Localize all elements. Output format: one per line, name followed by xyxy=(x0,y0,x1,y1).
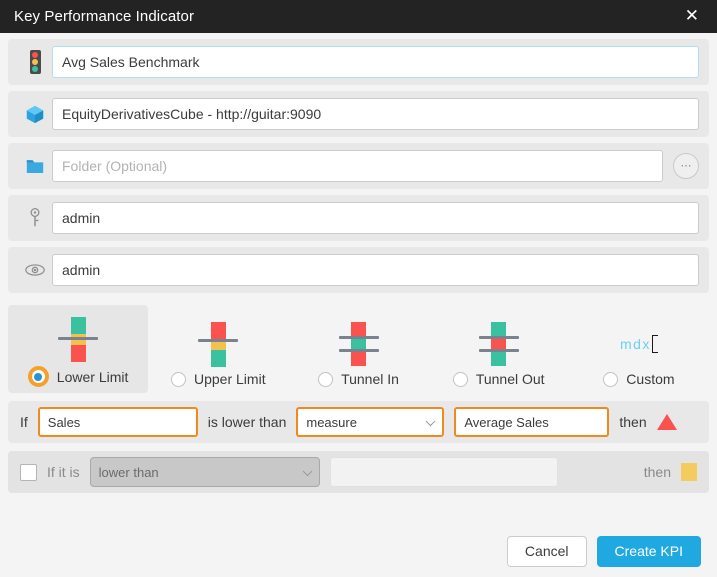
dialog-footer: Cancel Create KPI xyxy=(0,525,717,577)
kpi-type-label: Tunnel In xyxy=(341,371,399,387)
chevron-down-icon xyxy=(302,466,313,477)
kpi-type-upper-limit[interactable]: Upper Limit xyxy=(148,305,288,393)
if-it-is-label: If it is xyxy=(47,464,80,480)
username-field-row xyxy=(8,195,709,241)
operator-label: is lower than xyxy=(207,414,287,430)
kpi-dialog: Key Performance Indicator ✕ Avg Sales Be… xyxy=(0,0,717,577)
tunnel-out-icon xyxy=(429,317,569,371)
kpi-type-label: Tunnel Out xyxy=(475,371,545,387)
folder-field-row: ⋯ xyxy=(8,143,709,189)
secondary-condition-row: If it is lower than then xyxy=(8,451,709,493)
ellipsis-icon[interactable]: ⋯ xyxy=(673,153,699,179)
cube-icon xyxy=(18,103,52,125)
mdx-icon: mdx xyxy=(569,317,709,371)
compare-type-value: measure xyxy=(306,414,357,430)
kpi-type-selector: Lower Limit Upper Limit Tunnel In Tunnel… xyxy=(8,305,709,393)
radio-lower-limit[interactable] xyxy=(27,366,49,387)
mdx-text: mdx xyxy=(619,336,651,352)
lower-limit-icon xyxy=(8,312,148,366)
cube-connection-input[interactable] xyxy=(52,98,699,130)
red-triangle-icon[interactable] xyxy=(656,414,677,430)
kpi-type-label: Lower Limit xyxy=(56,368,129,385)
upper-limit-icon xyxy=(148,317,288,371)
secondary-operator-value: lower than xyxy=(98,464,159,480)
kpi-type-tunnel-out[interactable]: Tunnel Out xyxy=(429,305,569,393)
traffic-light-icon xyxy=(18,50,52,74)
secondary-operator-select: lower than xyxy=(89,457,320,487)
condition-kpi-input[interactable] xyxy=(37,407,198,437)
secondary-condition-checkbox[interactable] xyxy=(20,463,37,481)
dialog-body: ⋯ xyxy=(0,33,717,525)
kpi-type-custom[interactable]: mdx Custom xyxy=(569,305,709,393)
kpi-type-lower-limit[interactable]: Lower Limit xyxy=(8,305,149,393)
cube-field-row xyxy=(8,91,709,137)
compare-type-select[interactable]: measure xyxy=(296,407,445,437)
if-label: If xyxy=(20,414,28,430)
close-icon[interactable]: ✕ xyxy=(679,4,705,29)
yellow-square-icon[interactable] xyxy=(681,463,697,481)
text-cursor-icon xyxy=(651,335,658,353)
kpi-type-tunnel-in[interactable]: Tunnel In xyxy=(288,305,428,393)
password-field-row xyxy=(8,247,709,293)
radio-upper-limit[interactable] xyxy=(171,371,186,387)
dialog-title: Key Performance Indicator xyxy=(14,8,195,25)
eye-icon xyxy=(18,262,52,278)
kpi-type-label: Custom xyxy=(626,371,675,387)
tunnel-in-icon xyxy=(288,317,428,371)
secondary-then-label: then xyxy=(643,464,671,480)
secondary-value-input xyxy=(329,457,558,487)
primary-condition-row: If is lower than measure then xyxy=(8,401,709,443)
chevron-down-icon xyxy=(425,416,436,427)
cancel-button[interactable]: Cancel xyxy=(506,535,587,567)
folder-icon xyxy=(18,157,52,175)
folder-input[interactable] xyxy=(52,150,663,182)
radio-custom[interactable] xyxy=(603,371,619,387)
radio-tunnel-in[interactable] xyxy=(318,371,334,387)
name-field-row xyxy=(8,39,709,85)
dialog-titlebar: Key Performance Indicator ✕ xyxy=(0,0,717,33)
kpi-name-input[interactable] xyxy=(52,46,699,78)
radio-tunnel-out[interactable] xyxy=(452,371,468,387)
then-label: then xyxy=(619,414,647,430)
key-icon xyxy=(18,207,52,229)
username-input[interactable] xyxy=(52,202,699,234)
kpi-type-label: Upper Limit xyxy=(194,371,266,387)
compare-value-input[interactable] xyxy=(454,407,610,437)
create-kpi-button[interactable]: Create KPI xyxy=(596,535,701,567)
password-input[interactable] xyxy=(52,254,699,286)
